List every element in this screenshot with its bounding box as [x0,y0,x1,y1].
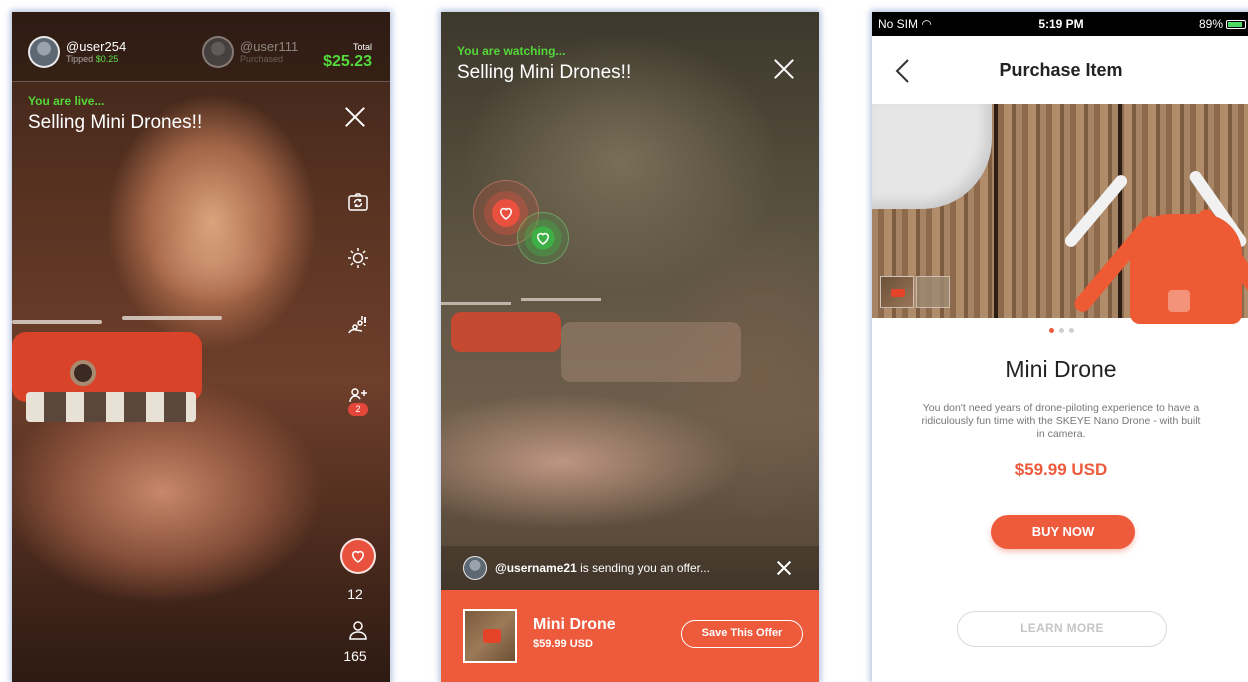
camera-flip-icon[interactable] [346,190,370,214]
battery-percent: 89% [1198,17,1223,31]
buy-now-button[interactable]: BUY NOW [991,515,1135,549]
offer-product-name: Mini Drone [533,616,616,633]
like-count: 12 [347,586,363,602]
carousel-dot[interactable] [1048,328,1054,333]
thumbnail-2[interactable] [916,276,950,308]
total-value: $25.23 [323,53,372,70]
total-label: Total [352,42,372,52]
other-sub-label: Purchased [240,53,284,64]
page-title: Purchase Item [999,60,1123,80]
close-icon[interactable] [342,104,368,130]
live-status: You are live... [28,94,105,108]
host-user-chip[interactable]: @user254 Tipped $0.25 [28,36,126,68]
host-sub-label: Tipped [66,53,96,64]
other-user-chip[interactable]: @user111 Purchased [202,36,298,68]
offer-username[interactable]: @username21 [495,561,577,575]
host-username: @user254 [66,38,127,54]
product-description: You don't need years of drone-piloting e… [921,402,1201,440]
carousel-dots [872,328,1248,333]
battery-icon [1226,19,1246,29]
other-username: @user111 [240,38,299,54]
viewer-screen: You are watching... Selling Mini Drones!… [441,12,819,682]
offer-message: is sending you an offer... [576,561,710,575]
purchase-screen: No SIM ◠ 5:19 PM 89% Purchase Item Mini … [872,12,1248,682]
total-earnings: Total $25.23 [323,42,372,71]
product-price: $59.99 USD [1014,460,1108,479]
brightness-icon[interactable] [346,246,370,270]
offer-product-price: $59.99 USD [533,638,593,650]
drone-image [441,292,741,382]
people-alert-icon[interactable] [346,314,370,338]
stream-title: Selling Mini Drones!! [28,112,203,133]
carousel-dot[interactable] [1058,328,1064,333]
thumbnail-1[interactable] [880,276,914,308]
broadcaster-screen: @user254 Tipped $0.25 @user111 Purchased… [12,12,390,682]
drone-image [12,312,222,422]
clock: 5:19 PM [1038,17,1084,31]
offer-notification: @username21 is sending you an offer... [441,546,819,590]
avatar [463,556,487,580]
live-top-bar: @user254 Tipped $0.25 @user111 Purchased… [12,12,390,82]
image-thumbnails [880,276,950,308]
nav-bar: Purchase Item [872,36,1248,104]
host-tip-amount: $0.25 [95,53,119,64]
notification-badge: 2 [348,403,368,416]
watch-status: You are watching... [457,44,566,58]
heart-icon [517,212,569,264]
close-icon[interactable] [775,559,793,577]
learn-more-button[interactable]: LEARN MORE [957,611,1167,647]
stream-title: Selling Mini Drones!! [457,62,632,83]
status-bar: No SIM ◠ 5:19 PM 89% [872,12,1248,36]
avatar [202,36,234,68]
avatar [28,36,60,68]
viewer-icon [346,618,370,642]
save-offer-button[interactable]: Save This Offer [681,620,803,648]
offer-panel: Mini Drone $59.99 USD Save This Offer [441,590,819,682]
viewer-count: 165 [343,648,367,664]
carousel-dot[interactable] [1068,328,1074,333]
heart-icon[interactable] [340,538,376,574]
product-name: Mini Drone [1005,356,1117,382]
product-thumbnail [463,609,517,663]
close-icon[interactable] [771,56,797,82]
